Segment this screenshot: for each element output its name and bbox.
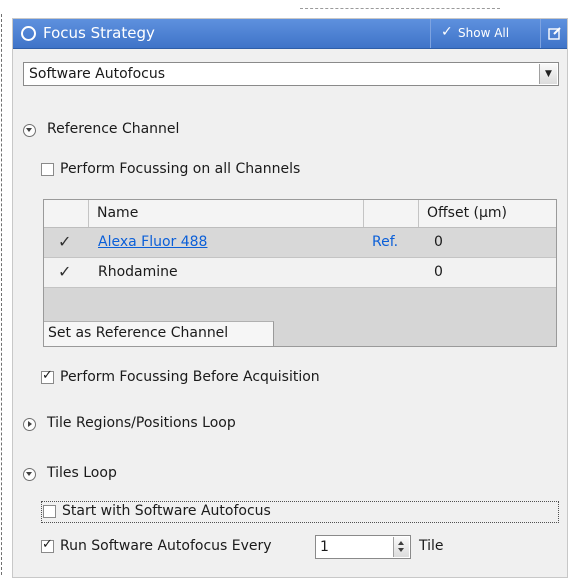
start-with-autofocus-checkbox[interactable] bbox=[43, 505, 56, 518]
set-reference-channel-button[interactable]: Set as Reference Channel bbox=[44, 321, 274, 346]
button-label: Set as Reference Channel bbox=[48, 325, 229, 341]
checkbox-label: Start with Software Autofocus bbox=[62, 503, 271, 519]
run-autofocus-every-checkbox[interactable] bbox=[41, 537, 54, 553]
stepper-arrows-icon[interactable] bbox=[393, 537, 409, 557]
perform-before-acquisition-checkbox[interactable] bbox=[41, 368, 54, 384]
channel-name-link[interactable]: Alexa Fluor 488 bbox=[98, 234, 207, 250]
dashed-guide-left bbox=[1, 14, 2, 575]
column-header-check[interactable] bbox=[44, 200, 89, 227]
panel-title: Focus Strategy bbox=[43, 24, 155, 42]
show-all-toggle[interactable]: ✓ Show All bbox=[430, 19, 540, 48]
show-all-label: Show All bbox=[458, 26, 510, 40]
section-label: Tile Regions/Positions Loop bbox=[47, 415, 236, 431]
channel-offset: 0 bbox=[434, 264, 443, 280]
tile-interval-stepper[interactable]: 1 bbox=[315, 535, 411, 559]
row-check-icon: ✓ bbox=[58, 262, 72, 281]
checkbox-label: Perform Focussing Before Acquisition bbox=[60, 369, 320, 385]
focus-strategy-select[interactable]: Software Autofocus ▼ bbox=[23, 62, 559, 86]
edit-button[interactable] bbox=[540, 19, 567, 48]
section-label: Reference Channel bbox=[47, 121, 180, 137]
collapse-circle-icon[interactable] bbox=[21, 26, 36, 41]
chevron-down-icon[interactable] bbox=[23, 124, 36, 137]
checkmark-icon: ✓ bbox=[441, 24, 453, 40]
tile-unit-label: Tile bbox=[419, 538, 444, 554]
focus-strategy-panel: Focus Strategy ✓ Show All Software Autof… bbox=[12, 18, 568, 578]
column-header-offset[interactable]: Offset (µm) bbox=[419, 200, 556, 227]
chevron-right-icon[interactable] bbox=[23, 418, 36, 431]
column-header-ref[interactable] bbox=[364, 200, 419, 227]
perform-all-channels-checkbox[interactable] bbox=[41, 163, 54, 176]
panel-title-bar: Focus Strategy ✓ Show All bbox=[13, 19, 567, 49]
table-row[interactable]: ✓ Rhodamine 0 bbox=[44, 258, 556, 288]
channel-offset: 0 bbox=[434, 234, 443, 250]
channel-name: Rhodamine bbox=[98, 264, 178, 280]
edit-icon bbox=[548, 27, 561, 40]
chevron-down-icon[interactable] bbox=[23, 468, 36, 481]
dropdown-arrow-icon[interactable]: ▼ bbox=[539, 64, 557, 84]
checkbox-label: Run Software Autofocus Every bbox=[60, 538, 272, 554]
column-header-name[interactable]: Name bbox=[89, 200, 364, 227]
channel-table: Name Offset (µm) ✓ Alexa Fluor 488 Ref. … bbox=[43, 199, 557, 347]
dashed-guide-top bbox=[300, 8, 500, 9]
tile-interval-value[interactable]: 1 bbox=[320, 539, 329, 555]
select-value: Software Autofocus bbox=[29, 66, 166, 82]
row-check-icon: ✓ bbox=[58, 232, 72, 251]
reference-marker: Ref. bbox=[372, 234, 399, 250]
table-header: Name Offset (µm) bbox=[44, 200, 556, 228]
table-row[interactable]: ✓ Alexa Fluor 488 Ref. 0 bbox=[44, 228, 556, 258]
section-label: Tiles Loop bbox=[47, 465, 117, 481]
checkbox-label: Perform Focussing on all Channels bbox=[60, 161, 301, 177]
